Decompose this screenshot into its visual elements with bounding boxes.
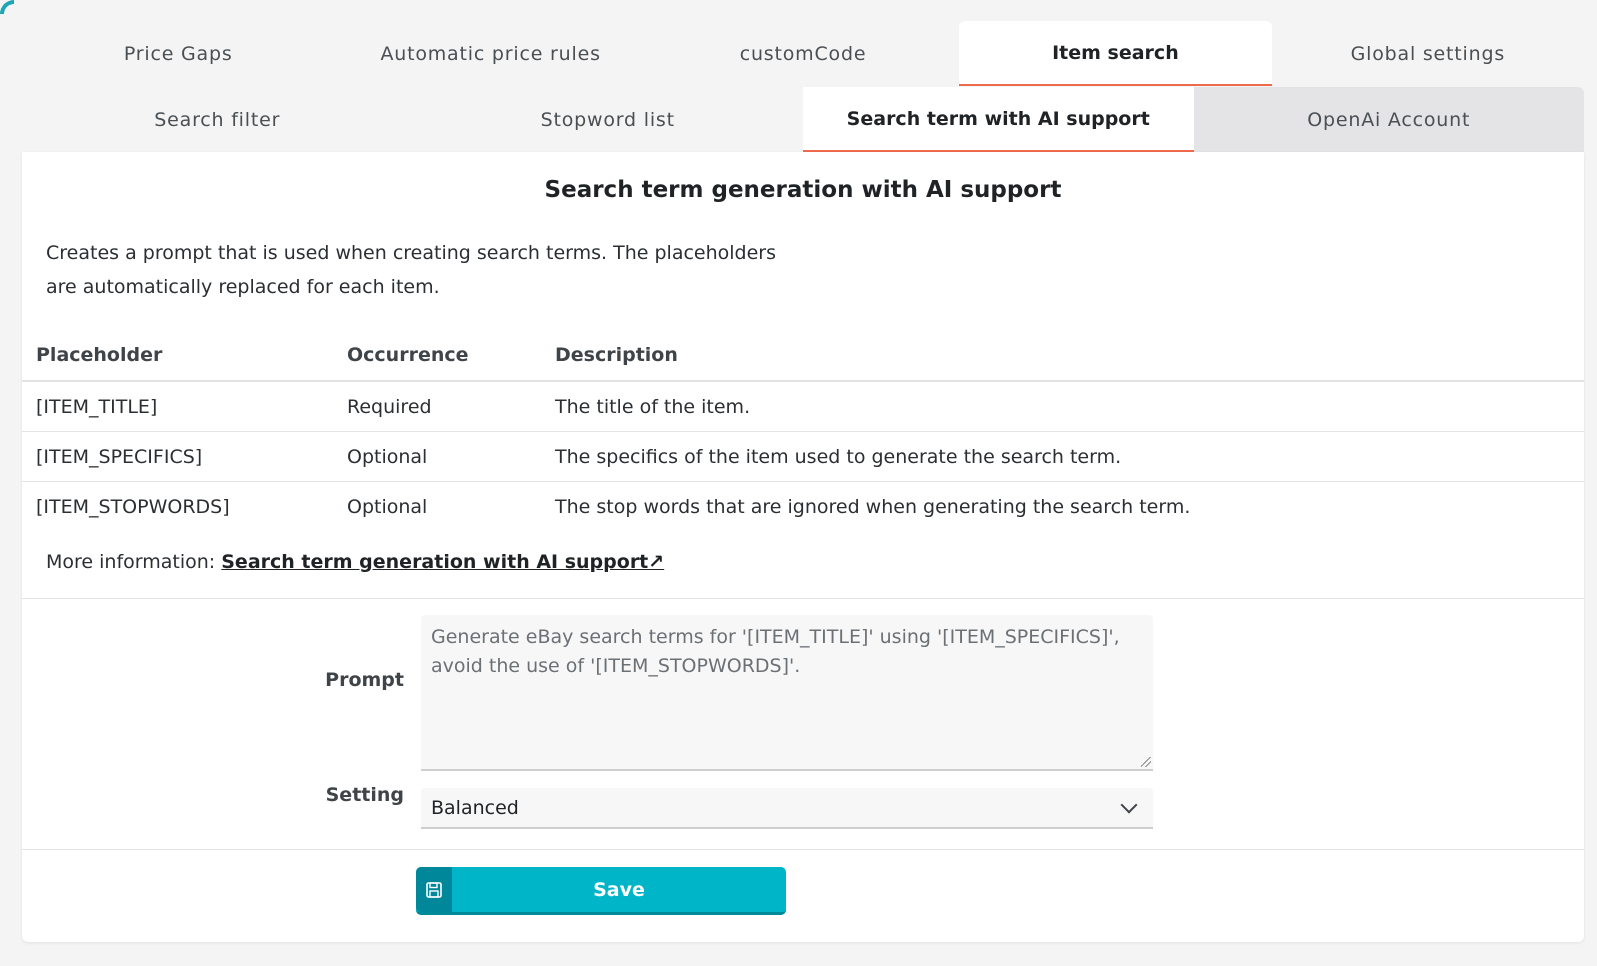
cell-description: The specifics of the item used to genera… <box>541 431 1584 482</box>
column-header-occurrence: Occurrence <box>333 330 541 382</box>
column-header-placeholder: Placeholder <box>22 330 333 382</box>
tab-label: OpenAi Account <box>1307 108 1471 131</box>
table-row: [ITEM_SPECIFICS] Optional The specifics … <box>22 431 1584 482</box>
cell-description: The title of the item. <box>541 381 1584 432</box>
prompt-text: Generate eBay search terms for '[ITEM_TI… <box>431 626 1120 677</box>
table-row: [ITEM_STOPWORDS] Optional The stop words… <box>22 482 1584 532</box>
divider <box>22 598 1584 599</box>
tab-label: Global settings <box>1350 42 1506 65</box>
resize-handle[interactable] <box>1141 757 1151 767</box>
tab-custom-code[interactable]: customCode <box>647 21 959 86</box>
prompt-label: Prompt <box>325 669 404 691</box>
tab-openai-account[interactable]: OpenAi Account <box>1193 87 1584 152</box>
prompt-textarea[interactable]: Generate eBay search terms for '[ITEM_TI… <box>421 615 1153 771</box>
tab-search-term-ai[interactable]: Search term with AI support <box>803 87 1194 166</box>
tab-label: customCode <box>739 42 867 65</box>
setting-value: Balanced <box>431 796 519 819</box>
cell-placeholder: [ITEM_STOPWORDS] <box>36 495 230 518</box>
corner-accent <box>0 0 14 14</box>
tab-item-search[interactable]: Item search <box>959 21 1272 86</box>
panel-heading: Search term generation with AI support <box>544 177 1062 203</box>
primary-tabs: Price Gaps Automatic price rules customC… <box>22 21 1584 86</box>
cell-placeholder: [ITEM_TITLE] <box>22 381 333 432</box>
cell-occurrence: Optional <box>333 431 541 482</box>
setting-label: Setting <box>325 784 404 806</box>
cell-placeholder: [ITEM_SPECIFICS] <box>22 431 333 482</box>
cell-occurrence: Required <box>333 381 541 432</box>
placeholder-table: Placeholder Occurrence Description [ITEM… <box>22 330 1584 531</box>
more-information: More information: Search term generation… <box>46 551 664 573</box>
tab-global-settings[interactable]: Global settings <box>1272 21 1584 86</box>
table-header-row: Placeholder Occurrence Description <box>22 330 1584 382</box>
content-panel: Search term generation with AI support C… <box>22 152 1584 942</box>
more-info-link[interactable]: Search term generation with AI support↗ <box>221 551 664 573</box>
cell-occurrence: Optional <box>347 495 428 518</box>
more-info-label: More information: <box>46 551 216 573</box>
cell-description: The stop words that are ignored when gen… <box>555 495 1191 518</box>
tab-label: Automatic price rules <box>380 42 601 65</box>
intro-text: Creates a prompt that is used when creat… <box>46 242 777 298</box>
save-label: Save <box>593 878 645 901</box>
tab-search-filter[interactable]: Search filter <box>22 87 413 152</box>
tab-automatic-price-rules[interactable]: Automatic price rules <box>334 21 646 86</box>
tab-label: Search filter <box>154 108 281 131</box>
tab-stopword-list[interactable]: Stopword list <box>413 87 804 152</box>
tab-label: Stopword list <box>540 108 675 131</box>
save-icon <box>416 867 452 912</box>
save-button[interactable]: Save <box>416 867 786 915</box>
tab-label: Item search <box>1052 41 1179 64</box>
chevron-down-icon <box>1120 796 1138 813</box>
tab-label: Price Gaps <box>123 42 233 65</box>
divider <box>22 849 1584 850</box>
secondary-tabs: Search filter Stopword list Search term … <box>22 87 1584 166</box>
tab-price-gaps[interactable]: Price Gaps <box>22 21 334 86</box>
column-header-description: Description <box>541 330 1584 382</box>
tab-label: Search term with AI support <box>846 107 1150 130</box>
table-row: [ITEM_TITLE] Required The title of the i… <box>22 381 1584 432</box>
setting-select[interactable]: Balanced <box>421 788 1153 829</box>
